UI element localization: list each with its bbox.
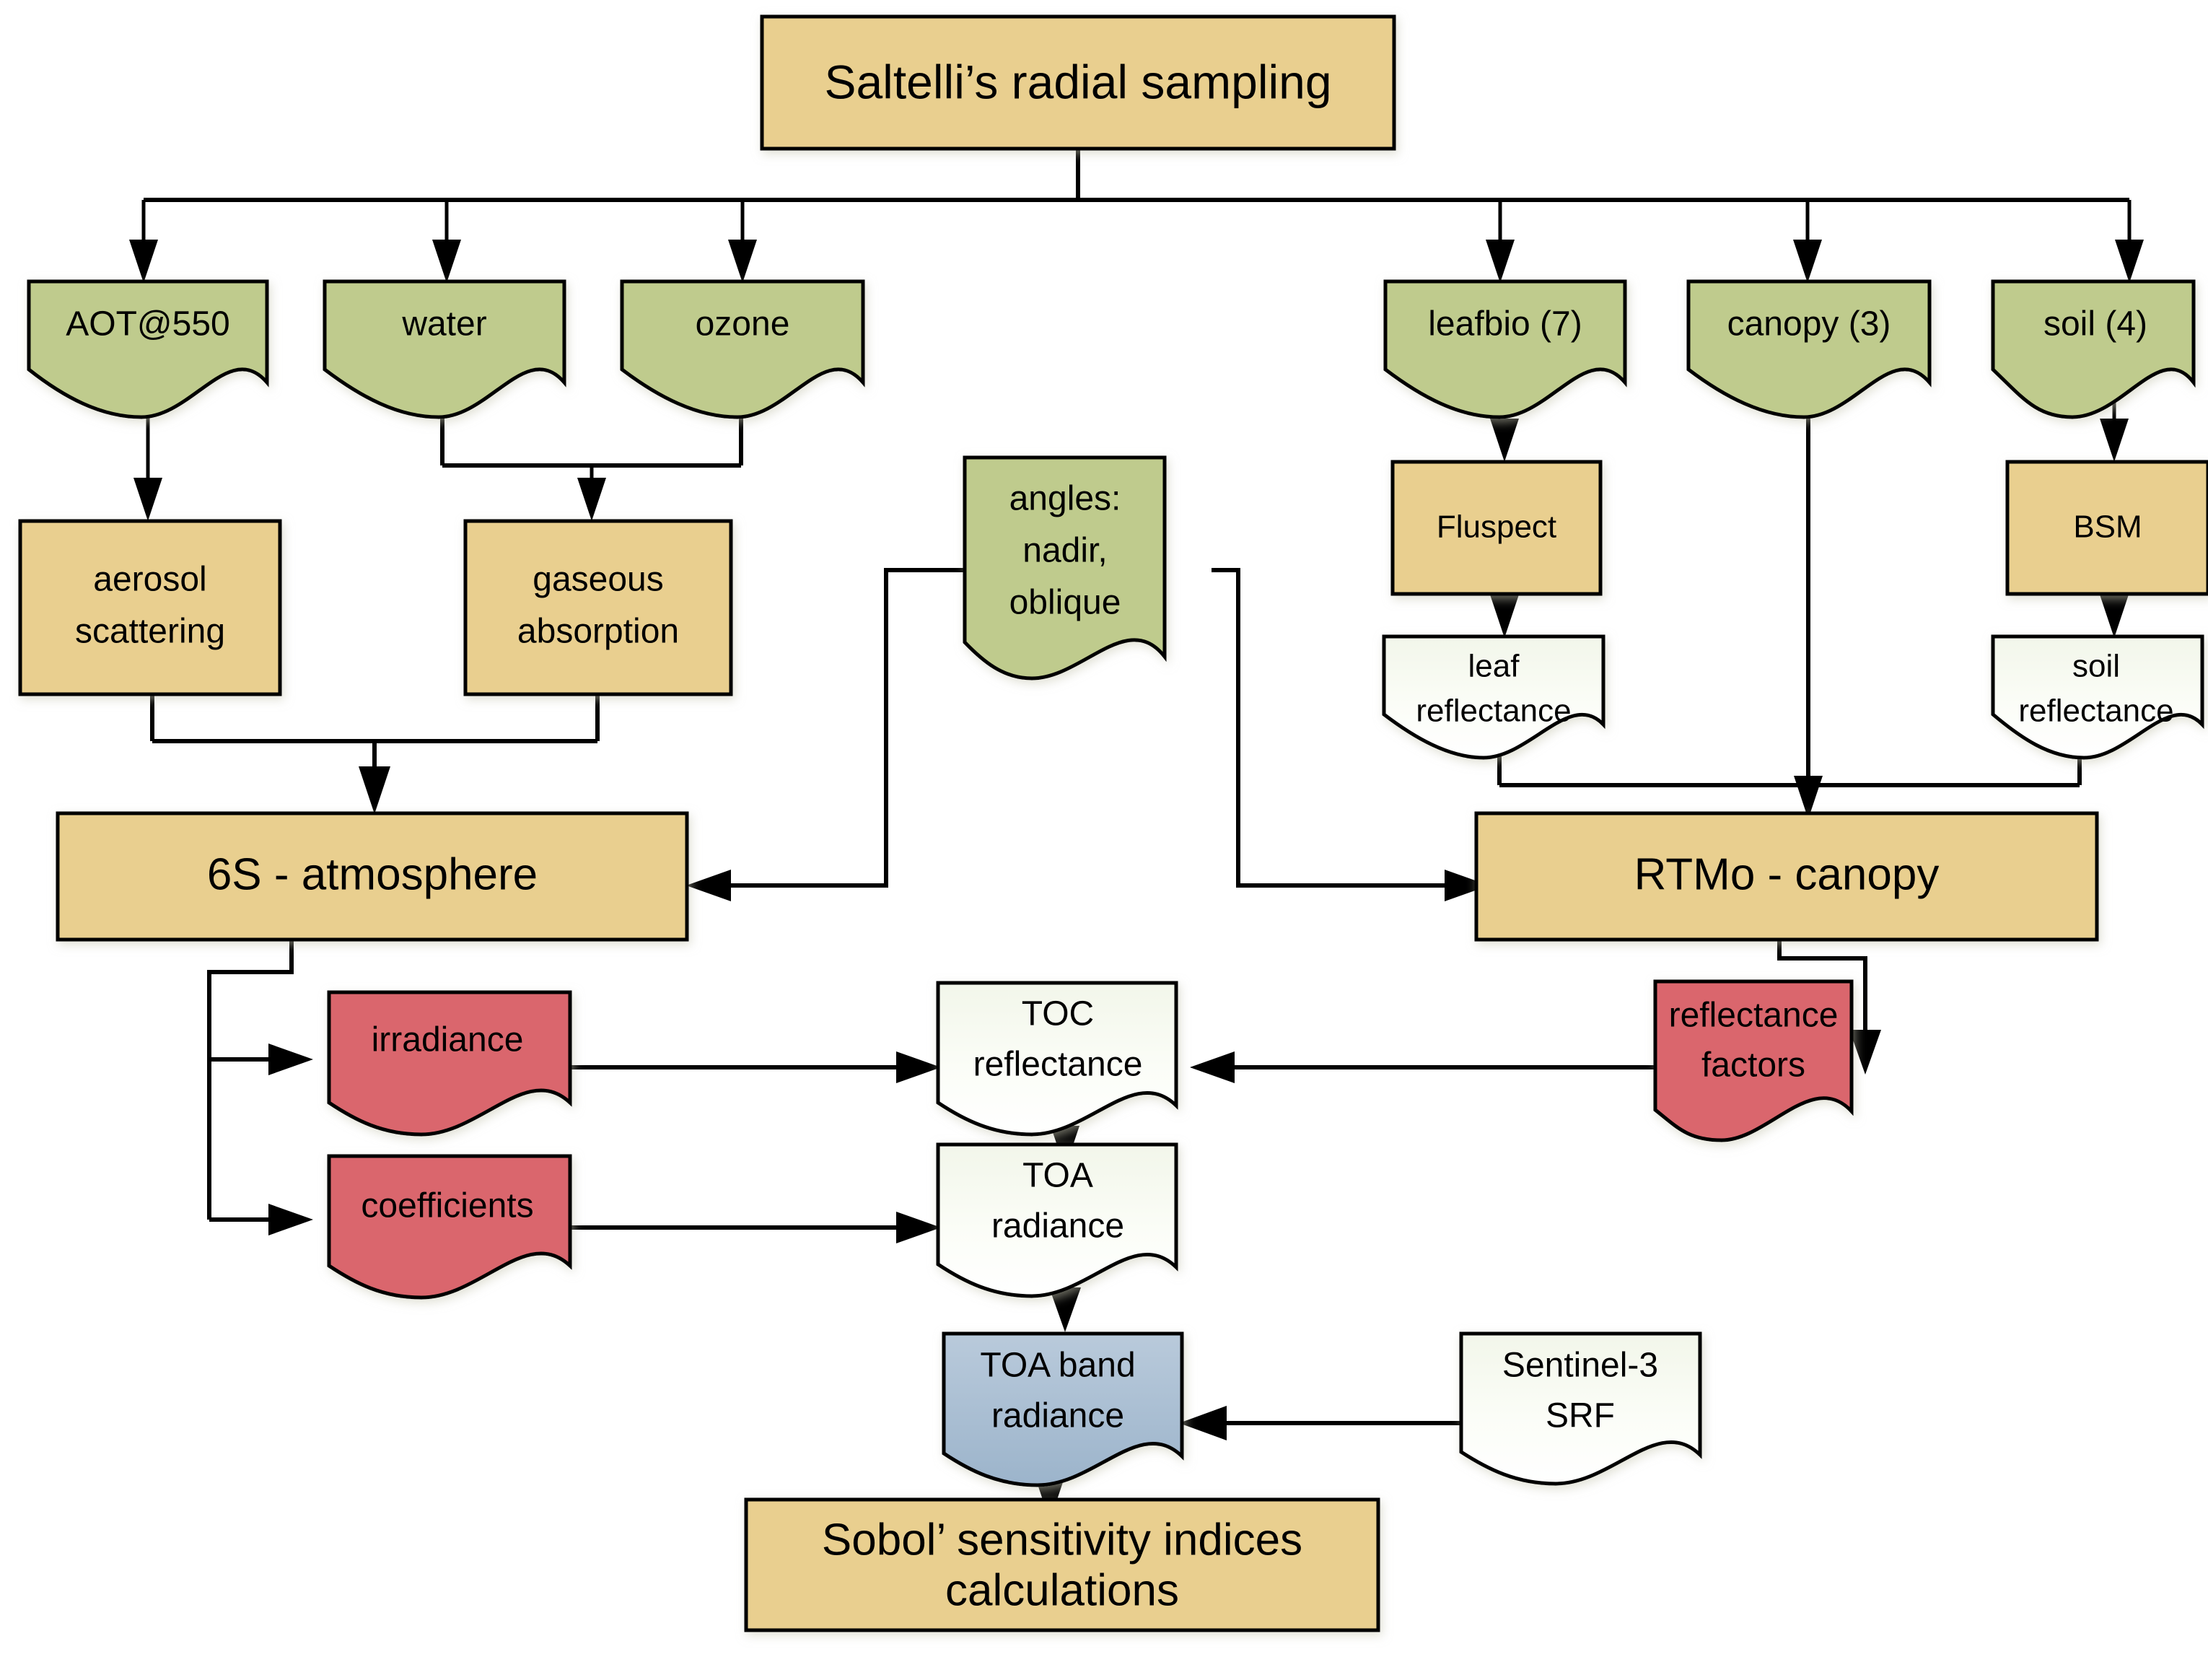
node-soil-reflectance-label-line2: reflectance <box>2018 694 2173 729</box>
arrowhead-soil-to-bsm <box>2100 419 2129 462</box>
node-angles-label-line3: oblique <box>1009 584 1121 622</box>
arrowhead-leafbio-to-fluspect <box>1490 419 1519 462</box>
node-toc-reflectance-label-line2: reflectance <box>973 1046 1143 1084</box>
arrowhead-reflfactors-to-toc <box>1190 1051 1235 1083</box>
arrowhead-srf-to-band <box>1179 1406 1227 1440</box>
node-toa-band-radiance-label-line2: radiance <box>991 1397 1124 1435</box>
node-ozone-label: ozone <box>696 305 790 344</box>
node-canopy[interactable]: canopy (3) <box>1686 279 1932 419</box>
edge-angles-left <box>711 568 963 888</box>
arrowhead-bsm-to-soilrefl <box>2100 595 2129 638</box>
node-gaseous-shape <box>463 519 733 696</box>
node-sentinel-srf-label-line2: SRF <box>1546 1397 1615 1435</box>
node-toa-band-radiance[interactable]: TOA band radiance <box>942 1331 1184 1487</box>
arrowhead-angles-to-sixs <box>686 870 731 901</box>
node-coefficients-shape <box>327 1154 572 1300</box>
node-soil-label: soil (4) <box>2043 305 2147 344</box>
node-reflectance-factors-label-line2: factors <box>1701 1046 1805 1085</box>
node-angles-label-line1: angles: <box>1009 480 1121 518</box>
node-sentinel-srf[interactable]: Sentinel-3 SRF <box>1459 1331 1702 1486</box>
node-aerosol-label-line1: aerosol <box>93 561 206 599</box>
node-water-shape <box>323 279 566 419</box>
node-soil-reflectance-label-line1: soil <box>2072 649 2120 684</box>
node-bsm-label: BSM <box>2073 509 2142 545</box>
arrowhead-root-to-leafbio <box>1486 240 1515 283</box>
arrowhead-sixs-to-coefficients <box>268 1204 313 1235</box>
node-ozone[interactable]: ozone <box>620 279 865 419</box>
node-sobol-label-line1: Sobol’ sensitivity indices <box>822 1515 1302 1565</box>
node-ozone-shape <box>620 279 865 419</box>
node-root-label: Saltelli’s radial sampling <box>824 55 1331 108</box>
arrowhead-root-to-soil <box>2115 240 2144 283</box>
flowchart-canvas: Saltelli’s radial sampling AOT@550 water… <box>18 14 2208 1632</box>
node-irradiance[interactable]: irradiance <box>327 990 572 1137</box>
arrowhead-root-to-ozone <box>728 240 757 283</box>
node-leaf-reflectance[interactable]: leaf reflectance <box>1382 634 1605 760</box>
arrowhead-irradiance-to-toc <box>896 1051 941 1083</box>
arrowhead-sixs <box>359 766 390 814</box>
node-fluspect[interactable]: Fluspect <box>1390 460 1603 596</box>
node-sentinel-srf-label-line1: Sentinel-3 <box>1502 1347 1658 1385</box>
node-leaf-reflectance-label-line2: reflectance <box>1416 694 1571 729</box>
node-angles[interactable]: angles: nadir, oblique <box>963 455 1167 681</box>
node-toa-radiance[interactable]: TOA radiance <box>936 1142 1178 1298</box>
node-soil-reflectance[interactable]: soil reflectance <box>1991 634 2204 760</box>
node-toa-radiance-label-line1: TOA <box>1022 1157 1093 1195</box>
node-root[interactable]: Saltelli’s radial sampling <box>760 14 1396 151</box>
node-water[interactable]: water <box>323 279 566 419</box>
node-aerosol-scattering[interactable]: aerosol scattering <box>18 519 282 696</box>
node-irradiance-label: irradiance <box>372 1021 524 1059</box>
node-canopy-label: canopy (3) <box>1727 305 1891 344</box>
arrowhead-root-to-aot <box>129 240 158 283</box>
node-aerosol-label-line2: scattering <box>75 613 225 651</box>
node-sobol-label-line2: calculations <box>945 1565 1179 1615</box>
node-aot-label: AOT@550 <box>66 305 229 344</box>
node-reflectance-factors-label-line1: reflectance <box>1669 997 1839 1035</box>
node-leafbio-shape <box>1383 279 1627 419</box>
arrowhead-aot-to-aerosol <box>133 478 162 521</box>
node-aot-shape <box>27 279 269 419</box>
node-angles-label-line2: nadir, <box>1022 532 1107 570</box>
node-gaseous-label-line2: absorption <box>517 613 679 651</box>
node-water-label: water <box>401 305 486 344</box>
node-6s-label: 6S - atmosphere <box>207 849 538 899</box>
node-coefficients-label: coefficients <box>361 1187 533 1225</box>
node-soil-shape <box>1991 279 2196 419</box>
node-toc-reflectance-label-line1: TOC <box>1022 995 1094 1033</box>
arrowhead-coefficients-to-toa <box>896 1212 941 1243</box>
arrowhead-root-to-water <box>432 240 461 283</box>
node-rtmo-label: RTMo - canopy <box>1634 849 1940 899</box>
node-soil[interactable]: soil (4) <box>1991 279 2196 419</box>
arrowhead-gaseous <box>577 478 606 521</box>
node-gaseous-absorption[interactable]: gaseous absorption <box>463 519 733 696</box>
edge-sixs-out-trunk <box>207 940 294 1220</box>
flowchart-diagram: Saltelli’s radial sampling AOT@550 water… <box>0 0 2208 1680</box>
node-toc-reflectance[interactable]: TOC reflectance <box>936 981 1178 1137</box>
node-bsm[interactable]: BSM <box>2005 460 2208 596</box>
node-aot[interactable]: AOT@550 <box>27 279 269 419</box>
arrowhead-sixs-to-irradiance <box>268 1044 313 1075</box>
node-leafbio[interactable]: leafbio (7) <box>1383 279 1627 419</box>
node-6s-atmosphere[interactable]: 6S - atmosphere <box>56 811 689 942</box>
node-reflectance-factors[interactable]: reflectance factors <box>1653 979 1854 1142</box>
node-rtmo-canopy[interactable]: RTMo - canopy <box>1474 811 2099 942</box>
node-toa-band-radiance-label-line1: TOA band <box>980 1347 1135 1385</box>
node-canopy-shape <box>1686 279 1932 419</box>
node-leaf-reflectance-label-line1: leaf <box>1468 649 1520 684</box>
node-aerosol-shape <box>18 519 282 696</box>
arrowhead-rtmo-to-reflfactors <box>1849 1030 1881 1075</box>
arrowhead-root-to-canopy <box>1793 240 1822 283</box>
node-gaseous-label-line1: gaseous <box>533 561 663 599</box>
node-fluspect-label: Fluspect <box>1437 509 1556 545</box>
node-leafbio-label: leafbio (7) <box>1428 305 1582 344</box>
arrowhead-fluspect-to-leafrefl <box>1490 595 1519 638</box>
node-toa-radiance-label-line2: radiance <box>991 1207 1124 1246</box>
node-coefficients[interactable]: coefficients <box>327 1154 572 1300</box>
node-sobol[interactable]: Sobol’ sensitivity indices calculations <box>744 1497 1380 1632</box>
node-irradiance-shape <box>327 990 572 1137</box>
